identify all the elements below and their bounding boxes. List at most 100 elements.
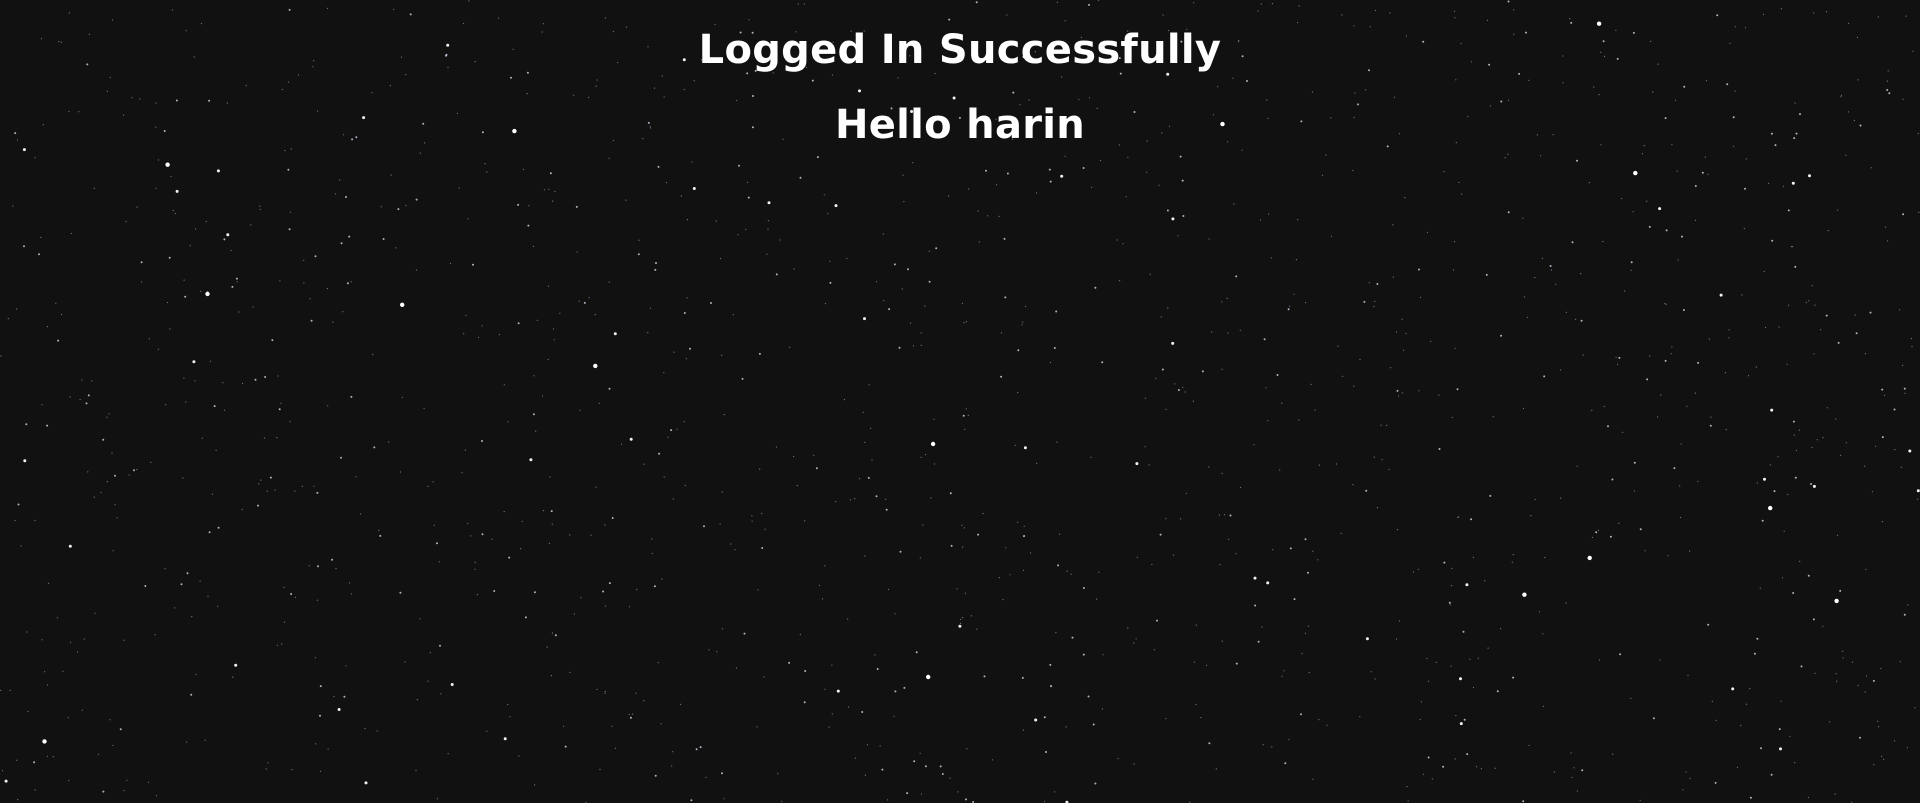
star bbox=[998, 215, 1000, 217]
star bbox=[1398, 620, 1401, 622]
star bbox=[680, 703, 682, 706]
star bbox=[930, 497, 932, 499]
star bbox=[108, 413, 110, 415]
star bbox=[1794, 265, 1797, 268]
star bbox=[915, 651, 918, 654]
star bbox=[1632, 211, 1634, 213]
star bbox=[1864, 353, 1866, 355]
star bbox=[1297, 219, 1299, 221]
star bbox=[1507, 0, 1510, 3]
star bbox=[217, 526, 220, 529]
star bbox=[1694, 219, 1696, 221]
star bbox=[56, 617, 58, 619]
star bbox=[1683, 85, 1686, 88]
star bbox=[34, 157, 36, 159]
star bbox=[1870, 167, 1872, 169]
star bbox=[1099, 160, 1102, 162]
star bbox=[231, 285, 234, 288]
star bbox=[1714, 781, 1717, 784]
star bbox=[1743, 227, 1745, 230]
star bbox=[209, 360, 211, 362]
star bbox=[1760, 747, 1762, 750]
star bbox=[192, 360, 196, 364]
star bbox=[719, 258, 722, 260]
star bbox=[854, 498, 856, 500]
star bbox=[1054, 791, 1056, 793]
star bbox=[1680, 516, 1682, 519]
star bbox=[1017, 349, 1020, 352]
star bbox=[734, 549, 736, 551]
star bbox=[1253, 576, 1257, 580]
star bbox=[924, 454, 927, 456]
star bbox=[327, 748, 329, 750]
star bbox=[157, 159, 159, 161]
star bbox=[148, 338, 150, 340]
star bbox=[1881, 521, 1883, 523]
star bbox=[657, 165, 660, 168]
star bbox=[1174, 383, 1176, 385]
star bbox=[1330, 235, 1332, 237]
star bbox=[327, 405, 329, 407]
star bbox=[874, 654, 876, 656]
star bbox=[680, 195, 682, 197]
star bbox=[46, 424, 49, 427]
star bbox=[1314, 409, 1316, 411]
star bbox=[864, 774, 867, 776]
star bbox=[1030, 552, 1032, 554]
star bbox=[1165, 717, 1167, 720]
star bbox=[1705, 80, 1708, 82]
star bbox=[546, 646, 548, 648]
star bbox=[333, 695, 335, 698]
star bbox=[689, 347, 691, 350]
star bbox=[1443, 561, 1446, 564]
star bbox=[1780, 700, 1782, 702]
star bbox=[1778, 728, 1781, 731]
star bbox=[44, 671, 46, 673]
star bbox=[468, 0, 470, 2]
star bbox=[157, 348, 159, 350]
star bbox=[1036, 462, 1038, 464]
star bbox=[883, 300, 885, 302]
star bbox=[1161, 368, 1164, 371]
star bbox=[1728, 329, 1730, 331]
star bbox=[1565, 311, 1567, 313]
star bbox=[965, 321, 968, 323]
star bbox=[278, 408, 281, 411]
star bbox=[846, 257, 848, 260]
star bbox=[114, 504, 116, 506]
star bbox=[1887, 240, 1889, 242]
star bbox=[1171, 217, 1175, 221]
star bbox=[125, 220, 127, 223]
star bbox=[123, 790, 125, 792]
star bbox=[1744, 187, 1746, 190]
star bbox=[831, 664, 833, 666]
star bbox=[1756, 482, 1758, 484]
star bbox=[1376, 283, 1379, 285]
star bbox=[1711, 700, 1713, 703]
star bbox=[112, 744, 114, 747]
star bbox=[266, 490, 268, 492]
star bbox=[277, 375, 279, 377]
star bbox=[608, 387, 611, 390]
star bbox=[1716, 14, 1719, 17]
star bbox=[803, 3, 805, 5]
star bbox=[1574, 318, 1577, 320]
star bbox=[1055, 632, 1057, 634]
star bbox=[503, 737, 507, 741]
star bbox=[789, 346, 791, 348]
star bbox=[46, 326, 49, 328]
star bbox=[23, 459, 27, 463]
star bbox=[1148, 464, 1150, 466]
star bbox=[474, 568, 476, 570]
star bbox=[213, 405, 216, 408]
star bbox=[280, 402, 282, 404]
star bbox=[995, 184, 998, 186]
star bbox=[1522, 217, 1524, 219]
star bbox=[165, 162, 170, 167]
star bbox=[966, 748, 968, 750]
star bbox=[596, 79, 598, 81]
star bbox=[1151, 563, 1153, 566]
star bbox=[1540, 155, 1542, 157]
star bbox=[106, 481, 108, 483]
star bbox=[879, 745, 881, 747]
